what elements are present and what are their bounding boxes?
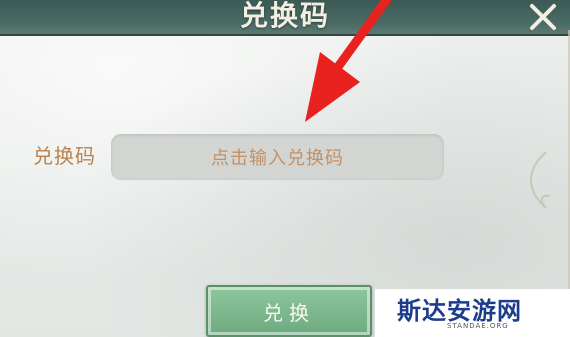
- watermark-brand: 斯达安游网: [397, 296, 522, 325]
- redeem-button-label: 兑换: [263, 300, 315, 325]
- close-button[interactable]: [524, 2, 560, 32]
- watermark-sub: STANDAE.ORG: [447, 322, 509, 330]
- ornament-curl-icon: [530, 151, 551, 209]
- dialog-title-bar: 兑换码: [0, 0, 570, 36]
- code-field-label: 兑换码: [33, 144, 96, 168]
- site-watermark: 斯达安游网 STANDAE.ORG: [375, 289, 570, 337]
- dialog-title: 兑换码: [239, 0, 330, 32]
- redeem-code-placeholder: 点击输入兑换码: [211, 148, 344, 169]
- close-icon: [530, 4, 556, 30]
- redeem-code-input[interactable]: 点击输入兑换码: [111, 134, 444, 180]
- redeem-code-dialog: 兑换码 兑换码 点击输入兑换码 兑换: [0, 0, 570, 337]
- redeem-button[interactable]: 兑换: [206, 285, 372, 337]
